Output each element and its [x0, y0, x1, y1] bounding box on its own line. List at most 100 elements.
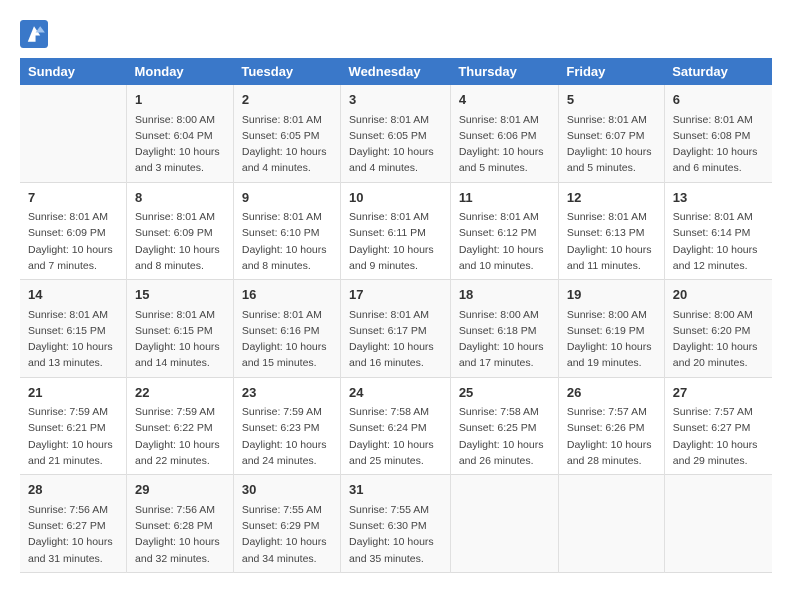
day-number: 1 — [135, 90, 225, 110]
week-row-1: 1Sunrise: 8:00 AMSunset: 6:04 PMDaylight… — [20, 85, 772, 182]
calendar-cell: 17Sunrise: 8:01 AMSunset: 6:17 PMDayligh… — [341, 280, 451, 378]
day-number: 26 — [567, 383, 656, 403]
calendar-cell: 23Sunrise: 7:59 AMSunset: 6:23 PMDayligh… — [233, 377, 340, 475]
week-row-2: 7Sunrise: 8:01 AMSunset: 6:09 PMDaylight… — [20, 182, 772, 280]
day-number: 18 — [459, 285, 550, 305]
day-number: 17 — [349, 285, 442, 305]
column-header-saturday: Saturday — [664, 58, 772, 85]
calendar-cell: 13Sunrise: 8:01 AMSunset: 6:14 PMDayligh… — [664, 182, 772, 280]
day-info: Sunrise: 7:59 AMSunset: 6:23 PMDaylight:… — [242, 404, 332, 469]
day-info: Sunrise: 8:01 AMSunset: 6:05 PMDaylight:… — [242, 112, 332, 177]
day-number: 2 — [242, 90, 332, 110]
day-number: 6 — [673, 90, 764, 110]
day-info: Sunrise: 8:00 AMSunset: 6:19 PMDaylight:… — [567, 307, 656, 372]
day-number: 27 — [673, 383, 764, 403]
day-info: Sunrise: 7:55 AMSunset: 6:29 PMDaylight:… — [242, 502, 332, 567]
day-number: 16 — [242, 285, 332, 305]
day-info: Sunrise: 7:56 AMSunset: 6:28 PMDaylight:… — [135, 502, 225, 567]
day-info: Sunrise: 8:01 AMSunset: 6:11 PMDaylight:… — [349, 209, 442, 274]
day-info: Sunrise: 8:01 AMSunset: 6:06 PMDaylight:… — [459, 112, 550, 177]
calendar-cell: 1Sunrise: 8:00 AMSunset: 6:04 PMDaylight… — [127, 85, 234, 182]
column-header-monday: Monday — [127, 58, 234, 85]
week-row-5: 28Sunrise: 7:56 AMSunset: 6:27 PMDayligh… — [20, 475, 772, 573]
day-info: Sunrise: 7:57 AMSunset: 6:27 PMDaylight:… — [673, 404, 764, 469]
logo-icon — [20, 20, 48, 48]
column-header-sunday: Sunday — [20, 58, 127, 85]
calendar-cell — [558, 475, 664, 573]
day-info: Sunrise: 8:01 AMSunset: 6:14 PMDaylight:… — [673, 209, 764, 274]
calendar-cell: 10Sunrise: 8:01 AMSunset: 6:11 PMDayligh… — [341, 182, 451, 280]
calendar-cell: 20Sunrise: 8:00 AMSunset: 6:20 PMDayligh… — [664, 280, 772, 378]
day-number: 5 — [567, 90, 656, 110]
day-info: Sunrise: 8:01 AMSunset: 6:12 PMDaylight:… — [459, 209, 550, 274]
logo — [20, 20, 52, 48]
day-number: 23 — [242, 383, 332, 403]
day-number: 7 — [28, 188, 118, 208]
day-info: Sunrise: 8:01 AMSunset: 6:15 PMDaylight:… — [135, 307, 225, 372]
day-number: 30 — [242, 480, 332, 500]
day-info: Sunrise: 8:01 AMSunset: 6:17 PMDaylight:… — [349, 307, 442, 372]
day-number: 13 — [673, 188, 764, 208]
calendar-cell: 14Sunrise: 8:01 AMSunset: 6:15 PMDayligh… — [20, 280, 127, 378]
day-info: Sunrise: 8:00 AMSunset: 6:20 PMDaylight:… — [673, 307, 764, 372]
calendar-cell: 3Sunrise: 8:01 AMSunset: 6:05 PMDaylight… — [341, 85, 451, 182]
calendar-cell: 4Sunrise: 8:01 AMSunset: 6:06 PMDaylight… — [450, 85, 558, 182]
day-number: 15 — [135, 285, 225, 305]
day-number: 21 — [28, 383, 118, 403]
day-number: 22 — [135, 383, 225, 403]
calendar-cell — [664, 475, 772, 573]
calendar-cell: 11Sunrise: 8:01 AMSunset: 6:12 PMDayligh… — [450, 182, 558, 280]
day-number: 11 — [459, 188, 550, 208]
day-info: Sunrise: 8:01 AMSunset: 6:09 PMDaylight:… — [28, 209, 118, 274]
page-header — [20, 20, 772, 48]
day-info: Sunrise: 8:01 AMSunset: 6:07 PMDaylight:… — [567, 112, 656, 177]
calendar-cell: 16Sunrise: 8:01 AMSunset: 6:16 PMDayligh… — [233, 280, 340, 378]
day-info: Sunrise: 8:01 AMSunset: 6:08 PMDaylight:… — [673, 112, 764, 177]
week-row-3: 14Sunrise: 8:01 AMSunset: 6:15 PMDayligh… — [20, 280, 772, 378]
day-number: 29 — [135, 480, 225, 500]
calendar-cell: 21Sunrise: 7:59 AMSunset: 6:21 PMDayligh… — [20, 377, 127, 475]
calendar-cell: 15Sunrise: 8:01 AMSunset: 6:15 PMDayligh… — [127, 280, 234, 378]
day-info: Sunrise: 7:56 AMSunset: 6:27 PMDaylight:… — [28, 502, 118, 567]
column-header-wednesday: Wednesday — [341, 58, 451, 85]
calendar-cell — [450, 475, 558, 573]
day-number: 20 — [673, 285, 764, 305]
day-info: Sunrise: 7:57 AMSunset: 6:26 PMDaylight:… — [567, 404, 656, 469]
calendar-cell: 27Sunrise: 7:57 AMSunset: 6:27 PMDayligh… — [664, 377, 772, 475]
day-info: Sunrise: 8:01 AMSunset: 6:10 PMDaylight:… — [242, 209, 332, 274]
day-info: Sunrise: 7:55 AMSunset: 6:30 PMDaylight:… — [349, 502, 442, 567]
day-info: Sunrise: 8:00 AMSunset: 6:18 PMDaylight:… — [459, 307, 550, 372]
calendar-cell: 5Sunrise: 8:01 AMSunset: 6:07 PMDaylight… — [558, 85, 664, 182]
day-number: 3 — [349, 90, 442, 110]
calendar-cell: 26Sunrise: 7:57 AMSunset: 6:26 PMDayligh… — [558, 377, 664, 475]
calendar-cell: 6Sunrise: 8:01 AMSunset: 6:08 PMDaylight… — [664, 85, 772, 182]
calendar-cell: 24Sunrise: 7:58 AMSunset: 6:24 PMDayligh… — [341, 377, 451, 475]
calendar-table: SundayMondayTuesdayWednesdayThursdayFrid… — [20, 58, 772, 573]
day-number: 8 — [135, 188, 225, 208]
column-header-friday: Friday — [558, 58, 664, 85]
calendar-cell: 19Sunrise: 8:00 AMSunset: 6:19 PMDayligh… — [558, 280, 664, 378]
day-info: Sunrise: 7:59 AMSunset: 6:22 PMDaylight:… — [135, 404, 225, 469]
column-header-row: SundayMondayTuesdayWednesdayThursdayFrid… — [20, 58, 772, 85]
calendar-cell: 2Sunrise: 8:01 AMSunset: 6:05 PMDaylight… — [233, 85, 340, 182]
day-number: 4 — [459, 90, 550, 110]
day-number: 12 — [567, 188, 656, 208]
week-row-4: 21Sunrise: 7:59 AMSunset: 6:21 PMDayligh… — [20, 377, 772, 475]
day-info: Sunrise: 7:58 AMSunset: 6:24 PMDaylight:… — [349, 404, 442, 469]
day-number: 9 — [242, 188, 332, 208]
calendar-cell: 9Sunrise: 8:01 AMSunset: 6:10 PMDaylight… — [233, 182, 340, 280]
calendar-cell: 7Sunrise: 8:01 AMSunset: 6:09 PMDaylight… — [20, 182, 127, 280]
day-number: 25 — [459, 383, 550, 403]
day-info: Sunrise: 8:01 AMSunset: 6:15 PMDaylight:… — [28, 307, 118, 372]
day-info: Sunrise: 8:01 AMSunset: 6:16 PMDaylight:… — [242, 307, 332, 372]
day-info: Sunrise: 7:58 AMSunset: 6:25 PMDaylight:… — [459, 404, 550, 469]
calendar-cell: 25Sunrise: 7:58 AMSunset: 6:25 PMDayligh… — [450, 377, 558, 475]
day-number: 28 — [28, 480, 118, 500]
day-info: Sunrise: 8:01 AMSunset: 6:05 PMDaylight:… — [349, 112, 442, 177]
calendar-cell: 12Sunrise: 8:01 AMSunset: 6:13 PMDayligh… — [558, 182, 664, 280]
day-number: 19 — [567, 285, 656, 305]
calendar-cell: 18Sunrise: 8:00 AMSunset: 6:18 PMDayligh… — [450, 280, 558, 378]
calendar-cell: 8Sunrise: 8:01 AMSunset: 6:09 PMDaylight… — [127, 182, 234, 280]
day-info: Sunrise: 7:59 AMSunset: 6:21 PMDaylight:… — [28, 404, 118, 469]
calendar-cell: 29Sunrise: 7:56 AMSunset: 6:28 PMDayligh… — [127, 475, 234, 573]
